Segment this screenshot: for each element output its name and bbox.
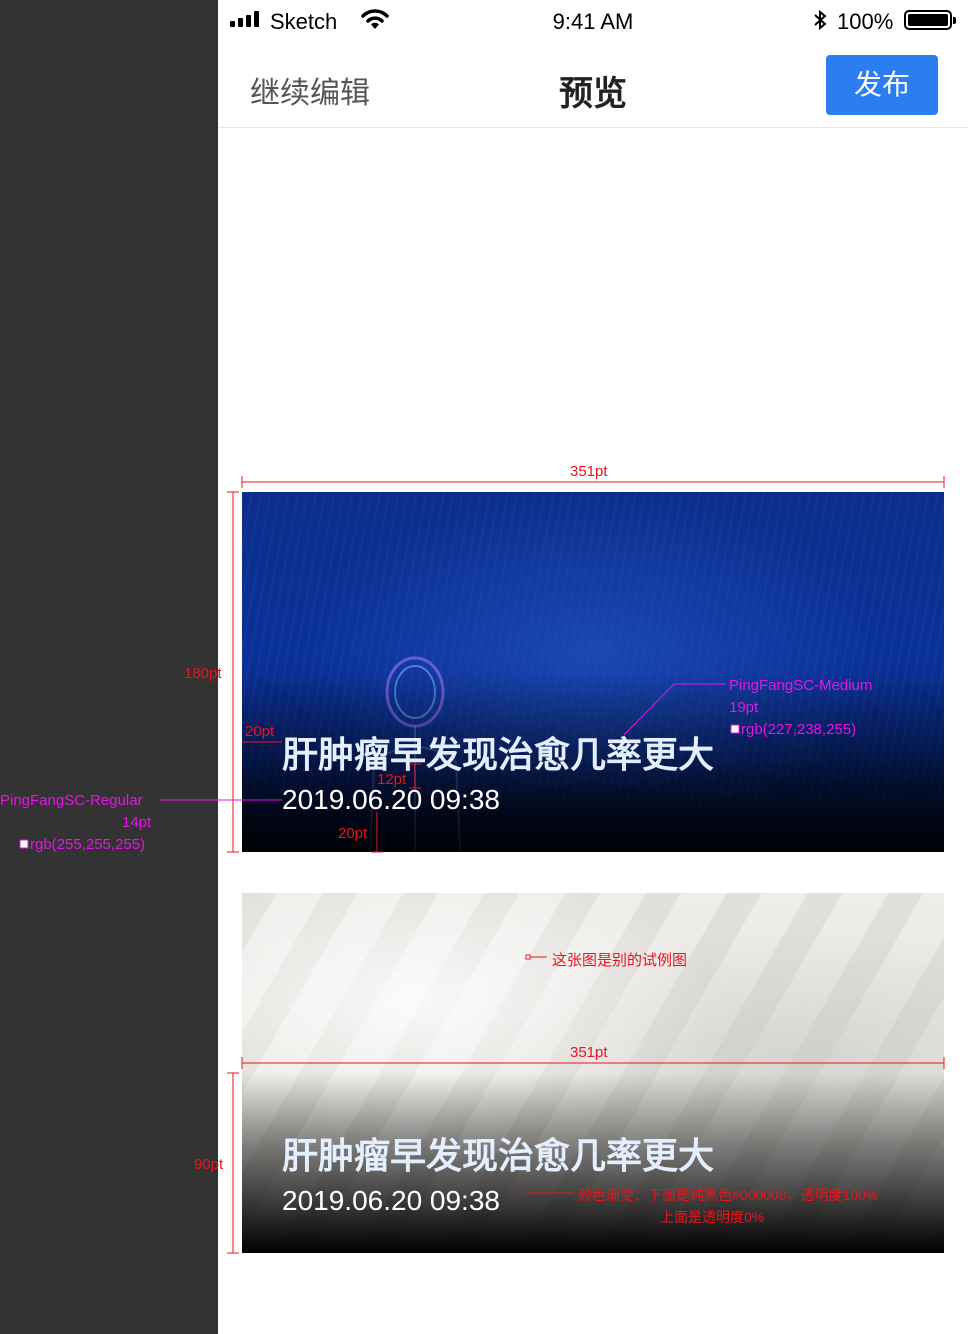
- article-card-preview[interactable]: 肝肿瘤早发现治愈几率更大 2019.06.20 09:38: [242, 492, 944, 852]
- battery-percentage: 100%: [837, 9, 894, 34]
- canvas-background: [0, 0, 218, 1334]
- card-title: 肝肿瘤早发现治愈几率更大: [282, 1135, 715, 1176]
- card-title: 肝肿瘤早发现治愈几率更大: [282, 734, 715, 775]
- article-card-example[interactable]: 肝肿瘤早发现治愈几率更大 2019.06.20 09:38: [242, 893, 944, 1253]
- battery-icon: [904, 10, 956, 30]
- card-date: 2019.06.20 09:38: [282, 784, 500, 815]
- status-bar: Sketch 9:41 AM 100%: [218, 0, 968, 40]
- publish-button[interactable]: 发布: [826, 55, 938, 115]
- bluetooth-icon: [814, 9, 827, 31]
- card-date: 2019.06.20 09:38: [282, 1185, 500, 1216]
- phone-screen: Sketch 9:41 AM 100% 继续编辑 预览 发布 肝肿瘤早发现治愈几…: [218, 0, 968, 1334]
- navigation-bar: 继续编辑 预览 发布: [218, 40, 968, 128]
